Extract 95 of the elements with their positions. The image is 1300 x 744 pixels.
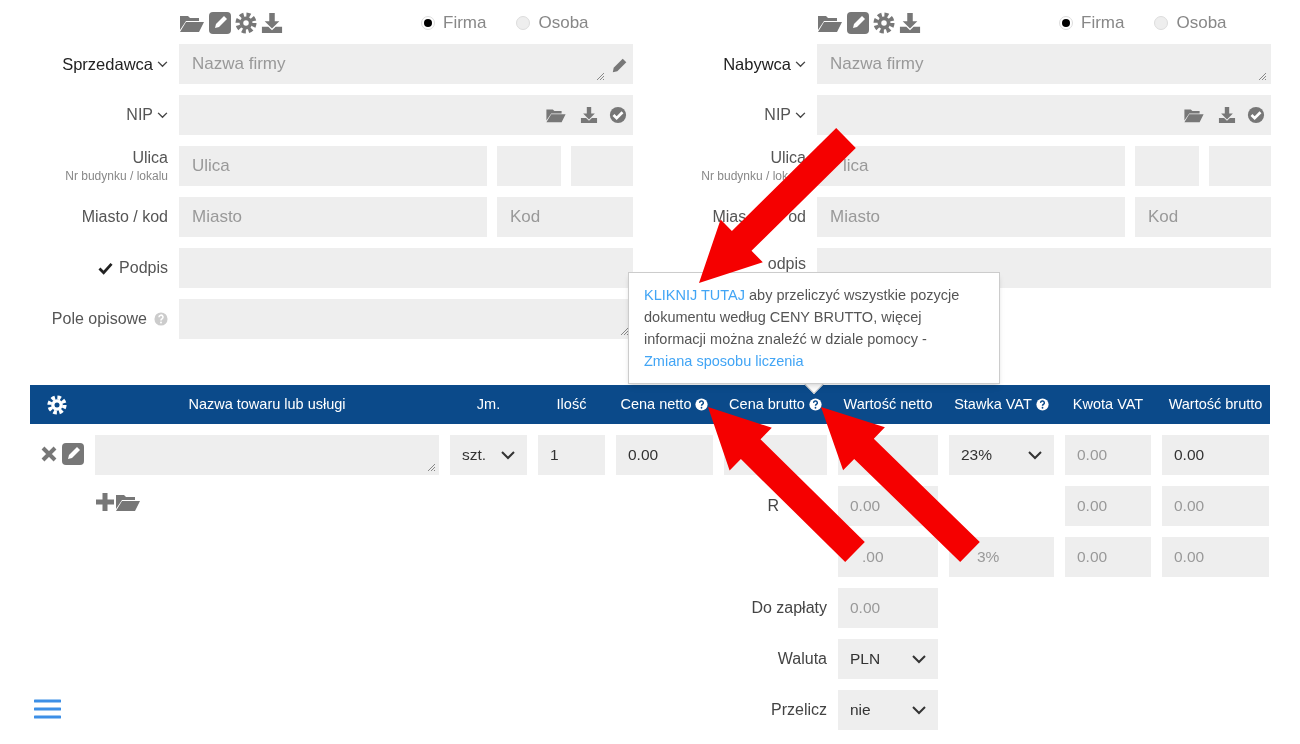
settings-icon[interactable] [235,11,257,34]
chevron-down-icon [912,654,926,664]
checkbox[interactable] [98,261,114,275]
help-link[interactable]: KLIKNIJ TUTAJ [644,287,745,303]
chevron-down-icon[interactable] [795,60,806,68]
column-header: Wartość brutto [1168,394,1263,414]
column-header: Stawka VAT [954,394,1032,414]
nip-label[interactable]: NIP [764,103,791,127]
radio-label[interactable]: Osoba [1176,9,1227,36]
column-header: Cena netto [620,394,692,414]
edit-icon[interactable] [62,443,84,465]
resize-grip-icon[interactable] [1257,71,1267,81]
download-icon[interactable] [580,106,598,124]
chevron-down-icon [1028,450,1042,460]
street-label: Ulica [132,150,168,166]
tooltip-text: KLIKNIJ TUTAJ aby przeliczyć wszystkie pozycje dokumentu według CENY BRUTTO, więcej informacji można znaleźć w dziale pomocy - Zmiana sposobu liczenia [644,286,961,371]
help-icon[interactable] [695,398,709,411]
vat-total-field[interactable]: 0.00 [1065,486,1151,526]
radio-button[interactable] [516,15,531,30]
radio-button[interactable] [421,15,435,30]
column-header: Nazwa towaru lub usługi [188,394,346,414]
nip-field[interactable] [179,95,633,135]
name-field[interactable]: Nazwa firmy [817,44,1271,84]
payment-label: Do zapłaty [751,598,827,618]
signature-label: odpis [767,254,806,274]
street-label: Ulica [770,150,806,166]
description-label: Pole opisowe [51,309,147,329]
folder-icon[interactable] [545,107,567,123]
chevron-down-icon[interactable] [157,111,168,119]
city-field[interactable]: Miasto [817,197,1125,237]
resize-grip-icon[interactable] [426,462,436,472]
edit-icon[interactable] [209,11,231,34]
city-label: Mias [712,209,747,225]
column-header: Kwota VAT [1072,394,1144,414]
dropdown-select[interactable]: PLN [838,639,938,679]
city-label: Miasto / kod [81,209,168,225]
radio-label[interactable]: Osoba [538,9,589,36]
folder-icon[interactable] [115,492,141,512]
column-header: Cena brutto [729,394,805,414]
vat-amount-field[interactable]: 0.00 [1065,435,1151,475]
radio-label[interactable]: Firma [1081,9,1125,36]
signature-label: Podpis [119,258,168,278]
download-icon[interactable] [1218,106,1236,124]
street-field[interactable]: Ulica [179,146,487,186]
gross-total-field[interactable]: 0.00 [1162,537,1269,577]
column-header: Wartość netto [843,394,933,414]
radio-button[interactable] [1154,15,1169,30]
unit-select[interactable]: szt. [450,435,527,475]
help-icon[interactable] [1035,398,1049,411]
folder-icon[interactable] [1183,107,1205,123]
quantity-field[interactable]: 1 [538,435,605,475]
payment-label: Przelicz [771,700,827,720]
add-icon[interactable] [95,492,115,512]
payment-label: Waluta [777,649,827,669]
chevron-down-icon[interactable] [795,111,806,119]
street-sublabel: Nr budynku / lokalu [65,170,168,182]
check-circle-icon[interactable] [609,106,627,124]
nip-label[interactable]: NIP [126,103,153,127]
signature-field[interactable] [179,248,633,288]
gross-total-field[interactable]: 0.00 [1162,486,1269,526]
amount-due-field[interactable]: 0.00 [838,588,938,628]
name-field[interactable]: Nazwa firmy [179,44,633,84]
radio-label[interactable]: Firma [443,9,487,36]
menu-icon[interactable] [34,698,61,720]
postcode-field[interactable]: Kod [1135,197,1271,237]
help-icon[interactable] [808,398,822,411]
party-label[interactable]: Nabywca [723,51,791,77]
street-field[interactable]: lica [817,146,1125,186]
city-field[interactable]: Miasto [179,197,487,237]
chevron-down-icon [501,450,515,460]
settings-icon[interactable] [873,11,895,34]
vat-total-field[interactable]: 0.00 [1065,537,1151,577]
nip-field[interactable] [817,95,1271,135]
pencil-icon[interactable] [611,56,629,74]
dropdown-select[interactable]: nie [838,690,938,730]
summary-label: R [767,496,779,516]
chevron-down-icon[interactable] [157,60,168,68]
net-price-field[interactable]: 0.00 [616,435,713,475]
column-header: Ilość [556,394,587,414]
city-label: od [788,209,806,225]
check-circle-icon[interactable] [1247,106,1265,124]
chevron-down-icon [912,705,926,715]
party-label[interactable]: Sprzedawca [62,51,153,77]
column-header: Jm. [476,394,501,414]
gross-value-field[interactable]: 0.00 [1162,435,1269,475]
download-icon[interactable] [261,11,283,34]
postcode-field[interactable]: Kod [497,197,633,237]
resize-grip-icon[interactable] [595,71,605,81]
delete-icon[interactable] [40,445,58,463]
vat-rate-select[interactable]: 23% [949,435,1054,475]
radio-button[interactable] [1059,15,1073,30]
edit-icon[interactable] [847,11,869,34]
item-name-field[interactable] [95,435,439,475]
help-link[interactable]: Zmiana sposobu liczenia [644,353,804,369]
download-icon[interactable] [899,11,921,34]
